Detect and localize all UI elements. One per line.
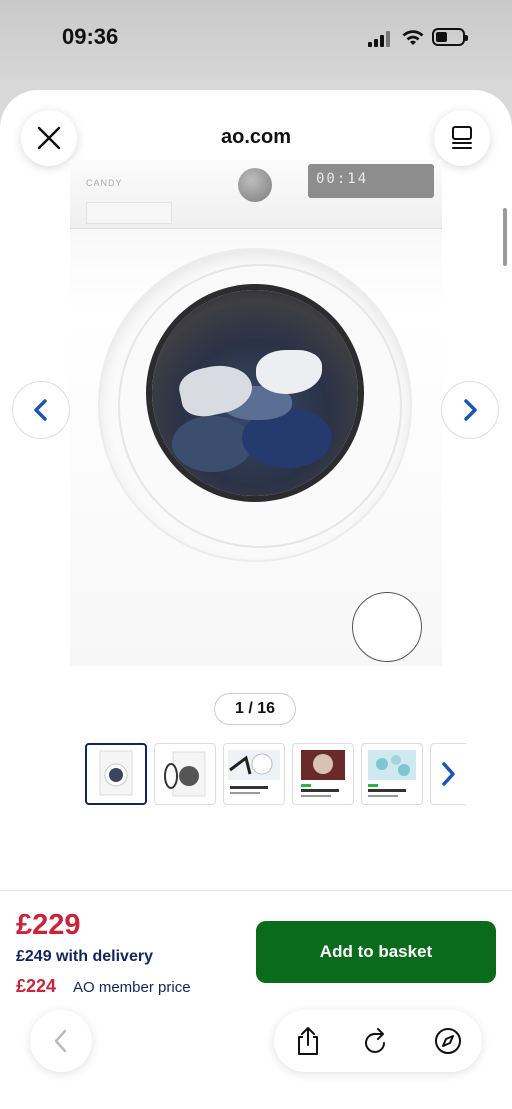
cellular-signal-icon [368, 31, 394, 47]
product-image[interactable]: CANDY 00:14 [70, 160, 442, 666]
add-to-basket-button[interactable]: Add to basket [256, 921, 496, 983]
chevron-left-icon [34, 399, 47, 421]
program-knob [238, 168, 272, 202]
image-counter: 1 / 16 [214, 693, 296, 725]
tabs-overview-icon [452, 126, 472, 149]
thumbnail-4[interactable] [292, 743, 354, 805]
chevron-left-icon [54, 1029, 67, 1053]
member-price-label: AO member price [73, 979, 191, 996]
thumbnail-2[interactable] [154, 743, 216, 805]
browser-back-button[interactable] [30, 1010, 92, 1072]
service-hatch [352, 592, 422, 662]
share-icon [298, 1027, 318, 1055]
purchase-panel: £229 £249 with delivery £224 AO member p… [0, 890, 512, 1109]
display-readout: 00:14 [316, 171, 369, 187]
previous-image-button[interactable] [12, 381, 70, 439]
battery-icon [432, 28, 468, 46]
thumbnail-feature-image [228, 750, 280, 794]
compass-icon [435, 1028, 461, 1054]
thumbnail-clean-image [368, 750, 416, 797]
thumbnail-1[interactable] [85, 743, 147, 805]
next-image-button[interactable] [441, 381, 499, 439]
thumbnail-door-open-image [164, 751, 206, 797]
door-glass [152, 290, 358, 496]
status-bar: 09:36 [0, 0, 512, 80]
browser-toolbar [274, 1010, 482, 1072]
lcd-display: 00:14 [308, 164, 434, 198]
brand-logo: CANDY [86, 178, 123, 188]
thumbnail-5[interactable] [361, 743, 423, 805]
status-time: 09:36 [62, 24, 119, 49]
chevron-right-icon [442, 762, 455, 786]
thumbnail-next-button[interactable] [430, 743, 466, 805]
reader-mode-button[interactable] [434, 110, 490, 166]
compass-button[interactable] [418, 1010, 478, 1072]
scrollbar[interactable] [503, 208, 507, 266]
browser-sheet: ao.com CANDY 00:14 1 / 16 £229 £249 with… [0, 90, 512, 1109]
wifi-icon [402, 30, 424, 45]
thumbnail-front-image [99, 750, 133, 796]
member-price: £224 [16, 976, 57, 996]
reload-icon [365, 1028, 385, 1053]
control-panel: CANDY 00:14 [70, 160, 442, 229]
thumbnail-laundry-image [301, 750, 345, 797]
product-price: £229 [16, 909, 81, 941]
share-button[interactable] [278, 1010, 338, 1072]
delivery-price: £249 with delivery [16, 948, 153, 965]
reload-button[interactable] [346, 1010, 406, 1072]
thumbnail-3[interactable] [223, 743, 285, 805]
chevron-right-icon [464, 399, 477, 421]
detergent-drawer [86, 202, 172, 224]
